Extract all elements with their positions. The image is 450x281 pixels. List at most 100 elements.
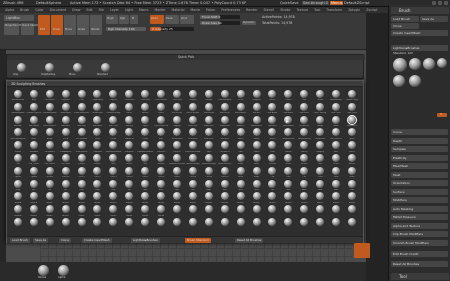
brush-item[interactable]: BrushL <box>185 191 201 204</box>
brush-item[interactable]: Mallet <box>344 140 360 153</box>
brush-item[interactable]: Weave <box>328 153 344 166</box>
brush-item[interactable]: Scales <box>121 153 137 166</box>
brush-item[interactable]: Nose <box>153 179 169 192</box>
brush-item[interactable]: IMM Spiral <box>90 115 106 128</box>
brush-item[interactable]: Magnify <box>169 115 185 128</box>
brush-item[interactable] <box>312 204 328 217</box>
brush-thumbnail-5[interactable] <box>393 75 405 87</box>
brush-item[interactable]: BrushA <box>10 191 26 204</box>
brush-item[interactable]: Curve6 <box>153 166 169 179</box>
brush-item[interactable]: Fur <box>58 179 74 192</box>
brush-item[interactable]: Stud <box>249 179 265 192</box>
brush-item[interactable]: Transpose <box>121 140 137 153</box>
brush-item[interactable]: Cube <box>328 166 344 179</box>
brush-item[interactable]: ZModeler <box>153 140 169 153</box>
quick-pick-brush[interactable] <box>101 63 110 72</box>
brush-item[interactable]: Snake <box>233 153 249 166</box>
brush-item[interactable] <box>42 217 58 230</box>
focal-shift-slider[interactable]: Focal Shift 0 <box>200 15 240 19</box>
brush-item[interactable]: Hanging <box>312 140 328 153</box>
brush-item[interactable]: TransposeSmartMask <box>137 140 153 153</box>
brush-item[interactable] <box>233 204 249 217</box>
brush-item[interactable]: Dam <box>233 140 249 153</box>
brush-item[interactable] <box>10 217 26 230</box>
brush-item[interactable]: CurveTriFill <box>169 89 185 102</box>
brush-item[interactable]: InsertCube <box>169 102 185 115</box>
brush-item[interactable] <box>265 204 281 217</box>
zadd-button[interactable]: Zadd <box>150 15 164 24</box>
brush-item[interactable]: Horn <box>90 179 106 192</box>
load-brush-button[interactable]: Load Brush <box>391 16 419 22</box>
m-button[interactable]: M <box>130 15 138 24</box>
subpalette-modifiers[interactable]: Modifiers <box>391 197 448 203</box>
brush-item[interactable]: MoveTopological <box>10 127 26 140</box>
brush-item[interactable]: BrushS <box>296 191 312 204</box>
brush-item[interactable]: Curve9 <box>201 166 217 179</box>
brush-item[interactable]: Groom <box>312 89 328 102</box>
brush-item[interactable]: GroomerStrong <box>105 102 121 115</box>
brush-item[interactable]: TrimAdaptive <box>58 140 74 153</box>
brush-item[interactable]: Pen Shadow <box>74 127 90 140</box>
rgb-button[interactable]: Rgb <box>119 15 129 24</box>
brush-item[interactable]: Clip <box>265 166 281 179</box>
z-intensity-slider[interactable]: Z Intensity 25 <box>150 27 194 31</box>
brush-item[interactable]: Fin <box>42 179 58 192</box>
brush-item[interactable]: BrushR <box>280 191 296 204</box>
brush-item[interactable]: Spiral <box>344 127 360 140</box>
brush-item[interactable]: Strands <box>265 153 281 166</box>
brush-item[interactable]: BrushB <box>26 191 42 204</box>
brush-item[interactable] <box>280 217 296 230</box>
edit-button[interactable]: Edit <box>38 15 50 35</box>
brush-item[interactable]: Planar <box>105 127 121 140</box>
footer-lightbox-brushes-button[interactable]: Lightbox▸Brushes <box>131 238 160 243</box>
brush-item[interactable]: Flatten <box>280 89 296 102</box>
brush-item[interactable]: Curve7 <box>169 166 185 179</box>
brush-item[interactable]: ClayTubes2 <box>217 140 233 153</box>
brush-item[interactable]: SelectLasso <box>169 127 185 140</box>
brush-item[interactable]: InsertMesh <box>217 102 233 115</box>
brush-item[interactable]: Orb_Flatten <box>42 153 58 166</box>
save-as-button[interactable]: Save As <box>420 16 448 22</box>
brush-item[interactable]: BrushU <box>328 191 344 204</box>
brush-item[interactable]: Standard <box>26 140 42 153</box>
brush-item[interactable]: CurvePinch <box>42 89 58 102</box>
brush-item[interactable] <box>344 204 360 217</box>
brush-item[interactable]: Bulge <box>249 166 265 179</box>
quicksave-button[interactable]: QuickSave <box>280 1 299 5</box>
brush-item[interactable]: Drop <box>10 179 26 192</box>
r-button[interactable]: R <box>437 113 447 117</box>
brush-item[interactable]: LayeredPattern <box>153 115 169 128</box>
brush-item[interactable]: Clay <box>74 89 90 102</box>
draw-size-slider[interactable]: Draw Size 64 <box>200 21 240 25</box>
brush-item[interactable]: Tip <box>265 179 281 192</box>
brush-item[interactable]: Rib <box>185 179 201 192</box>
brush-item[interactable]: GroomSpike <box>58 102 74 115</box>
brush-item[interactable] <box>249 217 265 230</box>
brush-item[interactable]: DamStandard <box>217 89 233 102</box>
subpalette-curve[interactable]: Curve <box>391 129 448 135</box>
brush-item[interactable] <box>90 217 106 230</box>
brush-item[interactable]: IMM Basic <box>280 102 296 115</box>
brush-item[interactable]: DragRect <box>249 89 265 102</box>
brush-thumbnail-3[interactable] <box>423 58 435 70</box>
brush-item[interactable]: BrushE <box>74 191 90 204</box>
edit-brush-credit-button[interactable]: Edit Brush Credit <box>391 251 448 257</box>
brush-thumbnail-4[interactable] <box>437 58 447 68</box>
scale-button[interactable]: Scale <box>77 15 89 35</box>
brush-item[interactable]: Noise <box>26 127 42 140</box>
create-insertmesh-button[interactable]: Create InsertMesh <box>391 30 448 36</box>
brush-item[interactable]: IMM Zip <box>121 115 137 128</box>
brush-item[interactable]: GroomTurbulence <box>74 102 90 115</box>
subpalette-tablet-pressure[interactable]: Tablet Pressure <box>391 214 448 220</box>
brush-item[interactable]: Inflate <box>153 102 169 115</box>
brush-item[interactable]: SmoothDirectional <box>169 153 185 166</box>
brush-item[interactable]: Gem <box>74 179 90 192</box>
brush-item[interactable]: MoveElastic <box>344 115 360 128</box>
tool-palette-header[interactable]: Tool <box>391 273 449 280</box>
brush-item[interactable]: Skin <box>137 153 153 166</box>
brush-item[interactable] <box>201 217 217 230</box>
brush-item[interactable] <box>217 204 233 217</box>
see-through-slider[interactable]: See-through 0 <box>302 1 329 5</box>
brush-item[interactable]: Zap <box>344 179 360 192</box>
brush-item[interactable]: Lip <box>121 179 137 192</box>
